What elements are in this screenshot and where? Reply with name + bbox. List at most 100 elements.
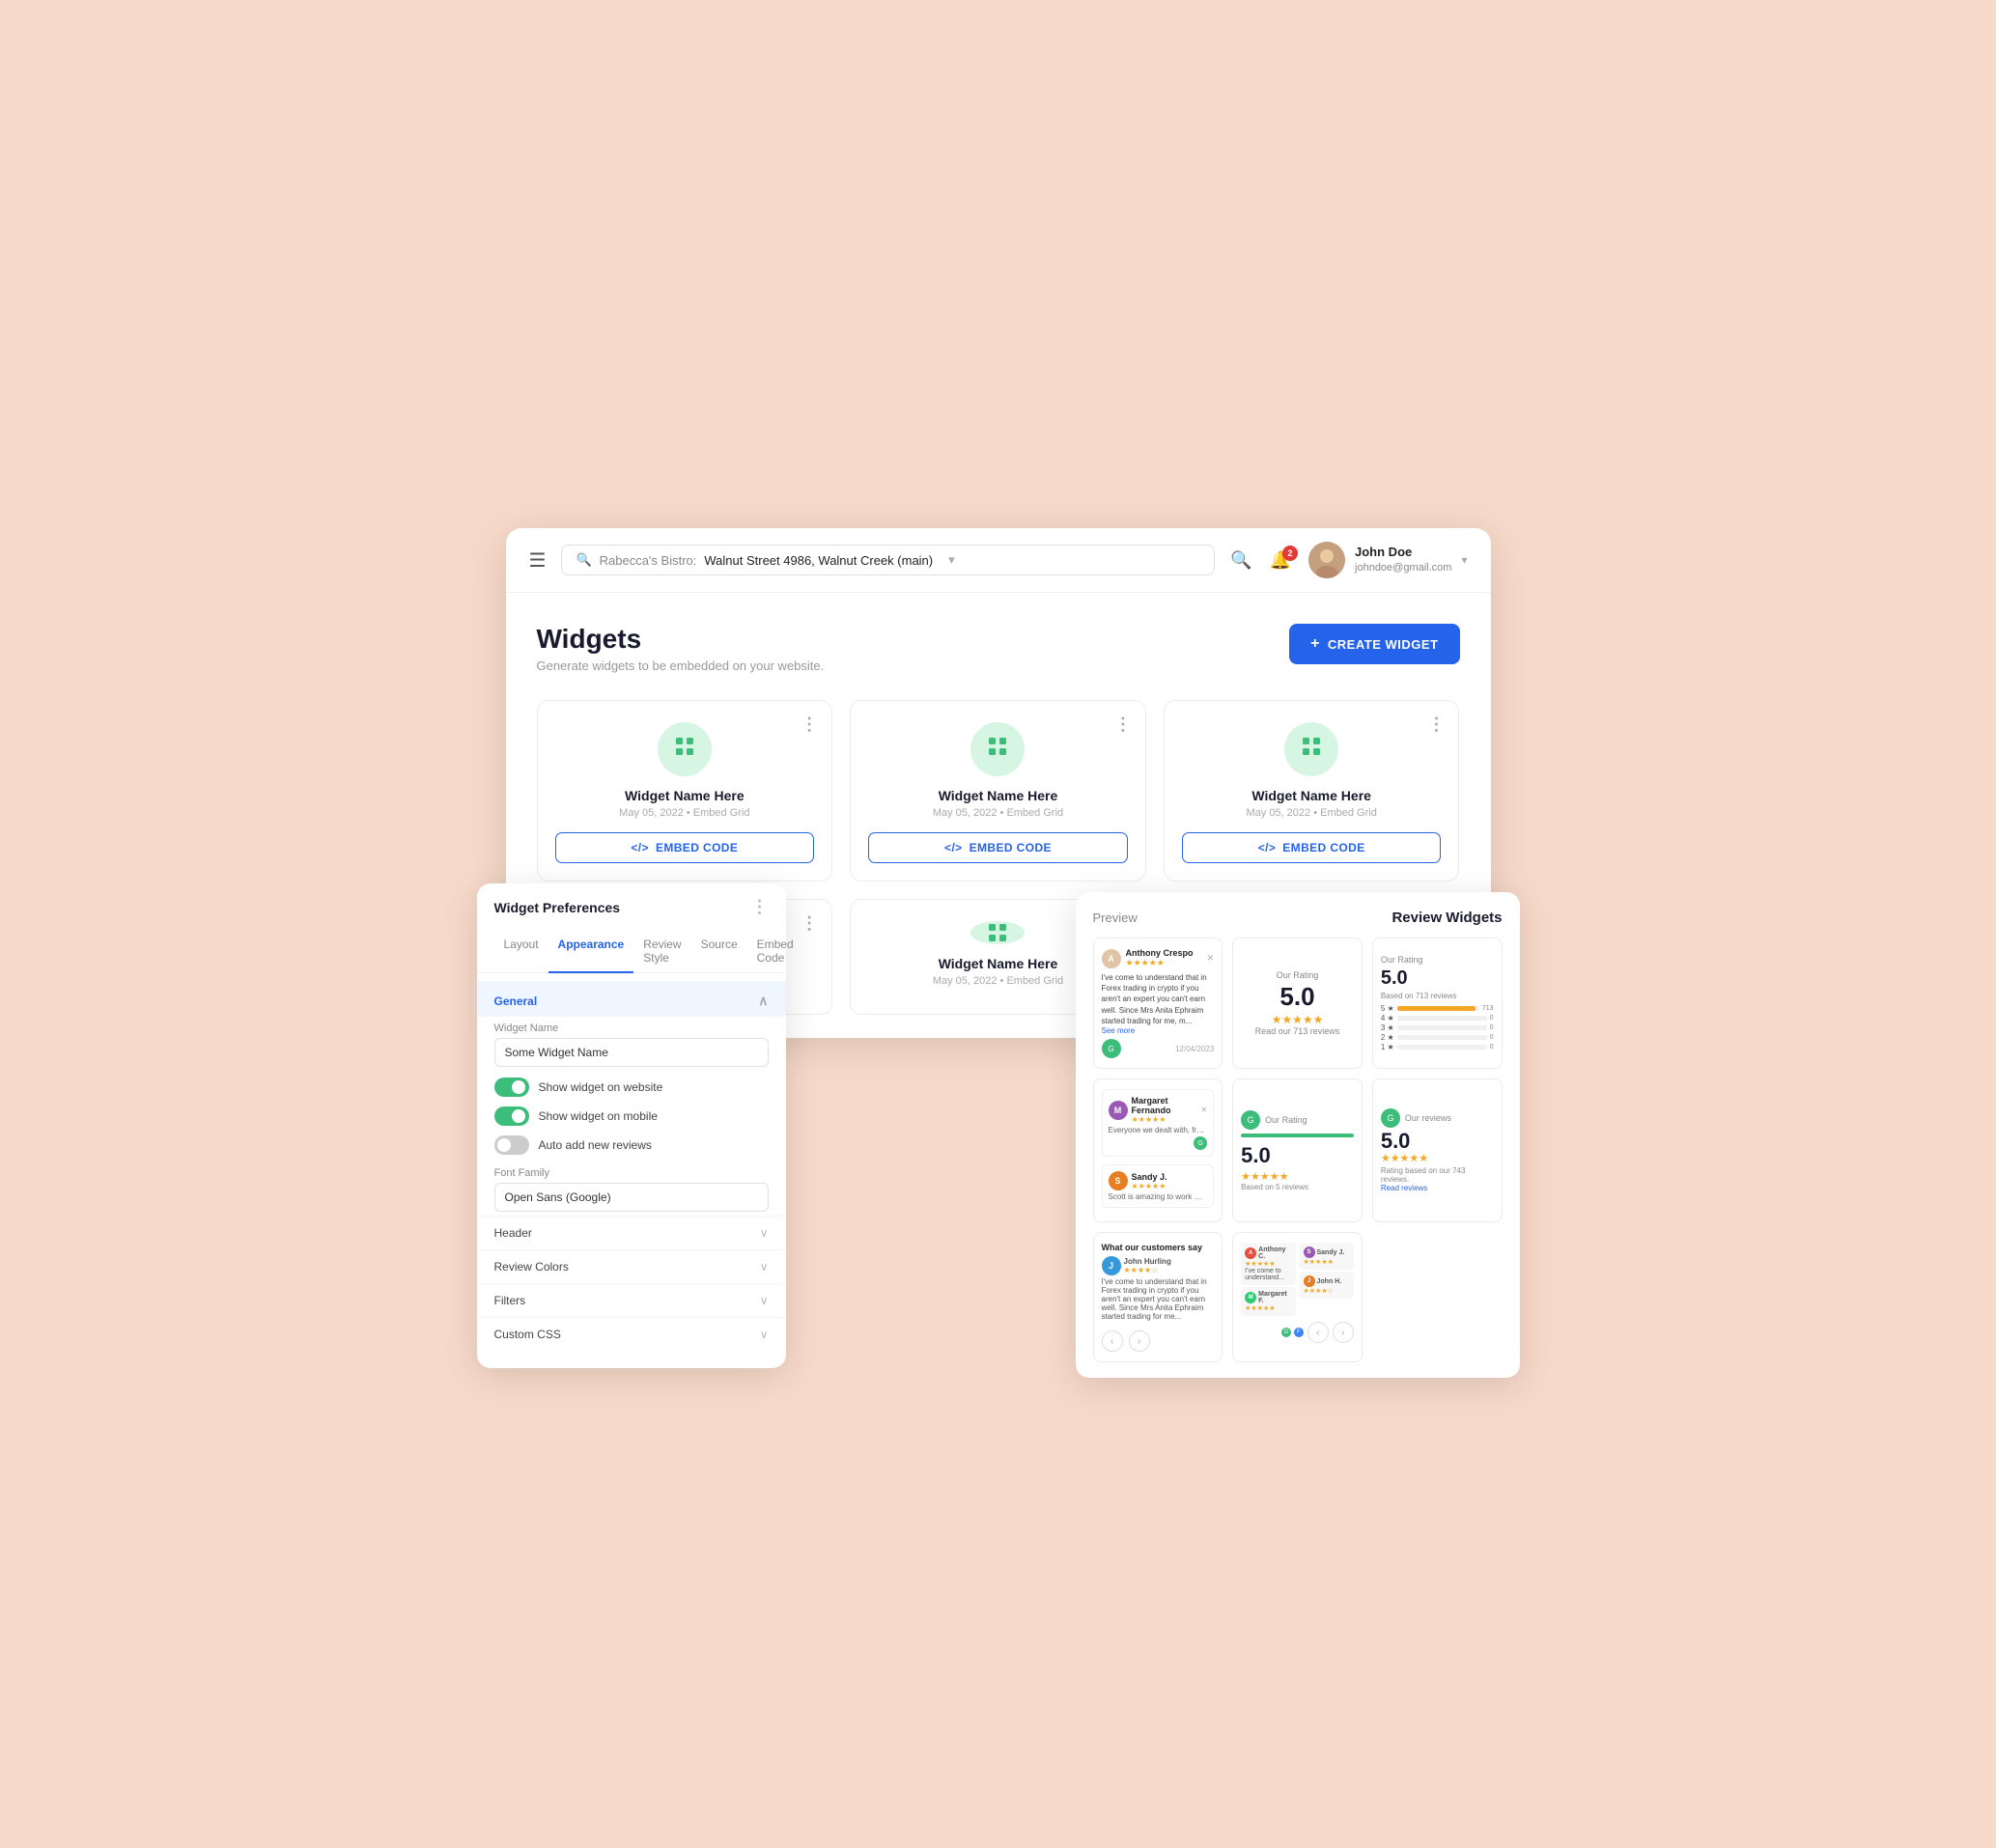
mini-review-2: S Sandy J. ★★★★★ Scott is amazing to wor… — [1102, 1164, 1215, 1208]
multi-review-item-2: MMargaret F. ★★★★★ — [1241, 1287, 1295, 1316]
rw-card-our-rating-bars: Our Rating 5.0 Based on 713 reviews 5 ★7… — [1372, 938, 1503, 1069]
widget-card-menu-1[interactable]: ⋮ — [801, 714, 818, 735]
prefs-tabs: Layout Appearance Review Style Source Em… — [477, 921, 786, 973]
rw-card-our-reviews-circle: G Our reviews 5.0 ★★★★★ Rating based on … — [1372, 1078, 1503, 1222]
review-widgets-grid: A Anthony Crespo ★★★★★ ✕ I've come to un… — [1093, 938, 1503, 1362]
accordion-header[interactable]: Header ∨ — [477, 1216, 786, 1249]
user-email: johndoe@gmail.com — [1355, 561, 1451, 574]
widget-card-meta-1: May 05, 2022 • Embed Grid — [619, 807, 749, 819]
plus-icon: + — [1310, 635, 1320, 653]
accordion-review-colors[interactable]: Review Colors ∨ — [477, 1249, 786, 1283]
customers-say-text: I've come to understand that in Forex tr… — [1102, 1277, 1215, 1321]
outer-container: ☰ 🔍 Rabecca's Bistro: Walnut Street 4986… — [467, 490, 1530, 1358]
multi-review-next-btn[interactable]: › — [1333, 1322, 1354, 1343]
customers-say-prev-btn[interactable]: ‹ — [1102, 1330, 1123, 1352]
preview-panel: Preview Review Widgets A Anthony Crespo … — [1076, 892, 1520, 1378]
tab-embed-code[interactable]: Embed Code — [747, 931, 803, 973]
mini-avatar-margaret: M — [1109, 1101, 1128, 1120]
toggle-auto-add-label: Auto add new reviews — [539, 1138, 652, 1152]
toggle-mobile-label: Show widget on mobile — [539, 1109, 658, 1123]
review-text-1: I've come to understand that in Forex tr… — [1102, 972, 1215, 1026]
multi-review-item-4: JJohn H. ★★★★☆ — [1300, 1272, 1354, 1299]
our-rating-value-2: 5.0 — [1381, 968, 1408, 988]
search-icon[interactable]: 🔍 — [1230, 550, 1251, 571]
widget-card-meta-3: May 05, 2022 • Embed Grid — [1247, 807, 1377, 819]
preview-label: Preview — [1093, 910, 1138, 925]
see-more-link-1[interactable]: See more — [1102, 1026, 1136, 1035]
page-subtitle: Generate widgets to be embedded on your … — [537, 658, 825, 673]
page-title: Widgets — [537, 624, 825, 655]
widget-card-name-5: Widget Name Here — [939, 956, 1058, 971]
our-rating-green-sub: Based on 5 reviews — [1241, 1183, 1308, 1191]
accordion-review-colors-chevron: ∨ — [760, 1260, 769, 1274]
review-date-1: 12/04/2023 — [1175, 1045, 1214, 1053]
our-rating-green-stars: ★★★★★ — [1241, 1170, 1288, 1183]
embed-code-button-2[interactable]: </> EMBED CODE — [868, 832, 1128, 863]
mini-stars-margaret: ★★★★★ — [1132, 1115, 1197, 1124]
create-widget-button[interactable]: + CREATE WIDGET — [1289, 624, 1459, 664]
widget-name-input[interactable] — [494, 1038, 769, 1067]
user-chevron-icon: ▾ — [1461, 553, 1467, 567]
our-reviews-sub: Rating based on our 743 reviews. — [1381, 1166, 1494, 1184]
embed-code-button-1[interactable]: </> EMBED CODE — [555, 832, 815, 863]
embed-code-label-1: EMBED CODE — [656, 841, 738, 854]
tab-review-style[interactable]: Review Style — [633, 931, 690, 973]
accordion-filters[interactable]: Filters ∨ — [477, 1283, 786, 1317]
widget-card-menu-4[interactable]: ⋮ — [801, 913, 818, 934]
customers-say-next-btn[interactable]: › — [1129, 1330, 1150, 1352]
mini-name-sandy: Sandy J. — [1132, 1172, 1167, 1182]
review-widgets-title: Review Widgets — [1392, 910, 1502, 926]
tab-appearance[interactable]: Appearance — [548, 931, 634, 973]
toggle-auto-add[interactable] — [494, 1135, 529, 1155]
tab-layout[interactable]: Layout — [494, 931, 548, 973]
toggle-show-mobile[interactable] — [494, 1106, 529, 1126]
preview-header: Preview Review Widgets — [1093, 910, 1503, 926]
our-rating-label-1: Our Rating — [1277, 970, 1319, 980]
our-rating-green-bar — [1241, 1134, 1354, 1137]
rw-card-customers-say: What our customers say J John Hurling ★★… — [1093, 1232, 1223, 1362]
prefs-menu-dots[interactable]: ⋮ — [751, 897, 769, 917]
notification-bell-wrap: 🔔 2 — [1270, 550, 1291, 571]
our-rating-stars-1: ★★★★★ — [1272, 1013, 1324, 1026]
mini-text-sandy: Scott is amazing to work with to design … — [1109, 1192, 1208, 1201]
widget-grid-icon-3 — [1300, 735, 1323, 764]
toggle-show-website[interactable] — [494, 1078, 529, 1097]
embed-code-label-2: EMBED CODE — [970, 841, 1052, 854]
hamburger-icon[interactable]: ☰ — [529, 548, 547, 573]
widget-icon-wrap-2 — [970, 722, 1025, 776]
customers-say-stars: ★★★★☆ — [1124, 1266, 1171, 1274]
location-chevron-icon[interactable]: ▾ — [948, 552, 955, 568]
font-family-select[interactable]: Open Sans (Google) Roboto (Google) Lato … — [494, 1183, 769, 1212]
prefs-section-general[interactable]: General ∧ — [477, 981, 786, 1017]
widget-card-menu-3[interactable]: ⋮ — [1427, 714, 1445, 735]
section-chevron-icon: ∧ — [758, 993, 768, 1009]
user-menu[interactable]: John Doe johndoe@gmail.com ▾ — [1308, 542, 1467, 578]
customers-say-review: J John Hurling ★★★★☆ I've come to unders… — [1102, 1256, 1215, 1321]
font-family-row: Font Family Open Sans (Google) Roboto (G… — [477, 1160, 786, 1216]
rw-card-our-rating-simple: Our Rating 5.0 ★★★★★ Read our 713 review… — [1232, 938, 1363, 1069]
our-rating-green-header: G Our Rating — [1241, 1110, 1307, 1130]
mini-source-margaret: G — [1194, 1136, 1207, 1150]
biz-address: Walnut Street 4986, Walnut Creek (main) — [704, 553, 933, 568]
tab-source[interactable]: Source — [691, 931, 747, 973]
reviewer-close-1: ✕ — [1207, 953, 1215, 964]
code-icon-2: </> — [944, 841, 963, 854]
our-rating-sub-2: Based on 713 reviews — [1381, 992, 1457, 1000]
widget-card-menu-2[interactable]: ⋮ — [1114, 714, 1132, 735]
biz-name: Rabecca's Bistro: — [600, 553, 697, 568]
accordion-custom-css-label: Custom CSS — [494, 1328, 561, 1341]
code-icon-3: </> — [1258, 841, 1277, 854]
notification-badge: 2 — [1282, 546, 1298, 561]
multi-review-prev-btn[interactable]: ‹ — [1307, 1322, 1329, 1343]
read-reviews-link[interactable]: Read reviews — [1381, 1184, 1427, 1192]
our-rating-sub-1: Read our 713 reviews — [1255, 1026, 1340, 1036]
accordion-custom-css[interactable]: Custom CSS ∨ — [477, 1317, 786, 1351]
multi-review-item-3: SSandy J. ★★★★★ — [1300, 1243, 1354, 1270]
widget-grid-row1: ⋮ Widget Name Here May 05, 2022 • Embed … — [537, 700, 1460, 882]
embed-code-button-3[interactable]: </> EMBED CODE — [1182, 832, 1442, 863]
avatar — [1308, 542, 1345, 578]
widget-icon-wrap-3 — [1284, 722, 1338, 776]
location-search-bar[interactable]: 🔍 Rabecca's Bistro: Walnut Street 4986, … — [561, 545, 1215, 575]
top-nav: ☰ 🔍 Rabecca's Bistro: Walnut Street 4986… — [506, 528, 1491, 593]
mini-review-1: M Margaret Fernando ★★★★★ ✕ Everyone we … — [1102, 1089, 1215, 1157]
